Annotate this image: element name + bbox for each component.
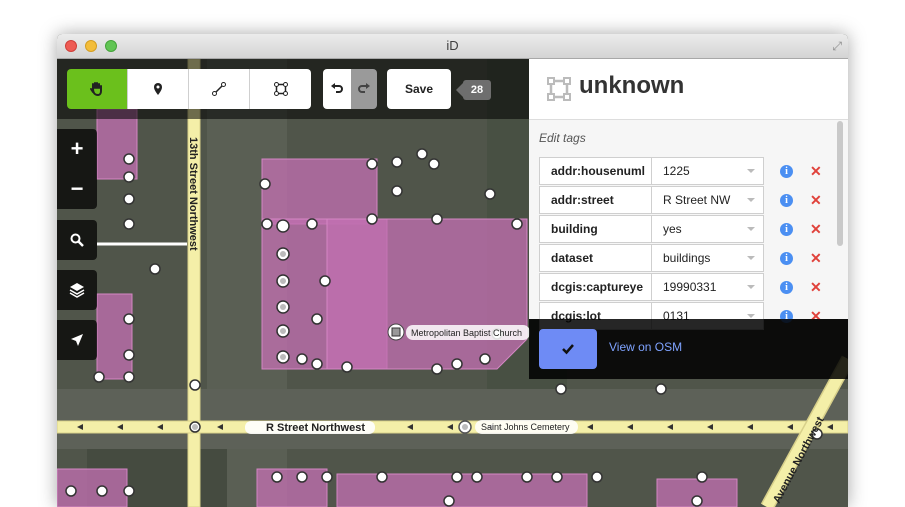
delete-tag-icon[interactable]: ✕ — [810, 222, 822, 236]
window-title: iD — [446, 38, 459, 53]
chevron-down-icon[interactable] — [747, 227, 755, 231]
chevron-down-icon[interactable] — [747, 285, 755, 289]
tag-value-text: R Street NW — [663, 193, 731, 207]
tag-key-input[interactable]: addr:street — [540, 187, 652, 213]
locate-arrow-icon — [71, 334, 83, 346]
edit-count-badge: 28 — [456, 80, 491, 100]
search-icon — [70, 233, 84, 247]
tag-value-text: 1225 — [663, 164, 690, 178]
tag-value-input[interactable]: 19990331 — [652, 274, 763, 300]
search-button[interactable] — [57, 220, 97, 260]
building-area — [96, 108, 138, 180]
zoom-controls: + − — [57, 129, 97, 209]
add-point-button[interactable] — [128, 69, 189, 109]
browse-tool-button[interactable] — [67, 69, 128, 109]
inspector-footer: View on OSM — [529, 319, 848, 379]
edit-tags-label: Edit tags — [539, 131, 586, 145]
tag-value-text: 19990331 — [663, 280, 717, 294]
undo-icon — [331, 83, 343, 93]
road-13th-street — [187, 59, 201, 507]
layers-button[interactable] — [57, 270, 97, 310]
building-area — [256, 468, 328, 507]
chevron-down-icon[interactable] — [747, 198, 755, 202]
fullscreen-icon[interactable]: ⤢ — [832, 39, 842, 54]
confirm-button[interactable] — [539, 329, 597, 369]
locate-button[interactable] — [57, 320, 97, 360]
delete-tag-icon[interactable]: ✕ — [810, 164, 822, 178]
tag-key-input[interactable]: dataset — [540, 245, 652, 271]
tag-value-text: yes — [663, 222, 682, 236]
info-icon[interactable]: i — [780, 252, 793, 265]
minimize-window-button[interactable] — [85, 40, 97, 52]
poi-label-cemetery: Saint Johns Cemetery — [481, 422, 570, 432]
selected-building-area — [326, 218, 528, 370]
info-icon[interactable]: i — [780, 165, 793, 178]
hand-icon — [90, 82, 102, 97]
title-bar: iD ⤢ — [57, 34, 848, 59]
inspector-panel: unknown Edit tags addr:housenuml 1225 i … — [529, 59, 848, 330]
layers-icon — [69, 283, 85, 298]
tag-value-input[interactable]: yes — [652, 216, 763, 242]
area-icon — [273, 82, 288, 96]
poi-label-church: Metropolitan Baptist Church — [411, 328, 522, 338]
chevron-down-icon[interactable] — [747, 169, 755, 173]
street-label-13th-street: 13th Street Northwest — [187, 137, 199, 251]
delete-tag-icon[interactable]: ✕ — [810, 251, 822, 265]
point-icon — [154, 83, 162, 95]
info-icon[interactable]: i — [780, 223, 793, 236]
inspector-title: unknown — [579, 72, 685, 99]
street-label-r-street: R Street Northwest — [266, 422, 365, 434]
building-area — [261, 158, 378, 225]
save-button[interactable]: Save — [387, 69, 451, 109]
delete-tag-icon[interactable]: ✕ — [810, 280, 822, 294]
building-area — [96, 293, 133, 380]
add-line-button[interactable] — [189, 69, 250, 109]
tag-row: addr:housenuml 1225 — [539, 157, 764, 185]
info-icon[interactable]: i — [780, 281, 793, 294]
tag-value-text: buildings — [663, 251, 711, 265]
area-preset-icon — [547, 77, 571, 101]
top-toolbar: Save 28 — [57, 59, 529, 119]
inspector-header: unknown — [529, 59, 848, 120]
tag-key-input[interactable]: dcgis:captureye — [540, 274, 652, 300]
view-on-osm-link[interactable]: View on OSM — [609, 340, 682, 354]
chevron-down-icon[interactable] — [747, 256, 755, 260]
app-window: iD ⤢ Metropolitan Baptist Church Saint J… — [57, 34, 848, 507]
tag-key-input[interactable]: building — [540, 216, 652, 242]
info-icon[interactable]: i — [780, 194, 793, 207]
zoom-out-button[interactable]: − — [71, 169, 84, 209]
delete-tag-icon[interactable]: ✕ — [810, 193, 822, 207]
road-r-street — [57, 420, 848, 434]
tag-row: dcgis:captureye 19990331 — [539, 273, 764, 301]
tag-value-input[interactable]: buildings — [652, 245, 763, 271]
tag-key-input[interactable]: addr:housenuml — [540, 158, 652, 184]
inspector-scrollbar[interactable] — [837, 121, 843, 246]
zoom-window-button[interactable] — [105, 40, 117, 52]
zoom-in-button[interactable]: + — [71, 129, 84, 169]
tag-value-input[interactable]: R Street NW — [652, 187, 763, 213]
tag-row: addr:street R Street NW — [539, 186, 764, 214]
undo-button[interactable] — [323, 69, 351, 109]
tag-value-input[interactable]: 1225 — [652, 158, 763, 184]
redo-icon — [358, 83, 370, 93]
line-icon — [212, 82, 226, 96]
add-area-button[interactable] — [250, 69, 311, 109]
tag-row: building yes — [539, 215, 764, 243]
tag-row: dataset buildings — [539, 244, 764, 272]
close-window-button[interactable] — [65, 40, 77, 52]
redo-button[interactable] — [351, 69, 377, 109]
check-icon — [562, 344, 574, 355]
chevron-down-icon[interactable] — [747, 314, 755, 318]
church-poi-marker — [387, 323, 405, 341]
